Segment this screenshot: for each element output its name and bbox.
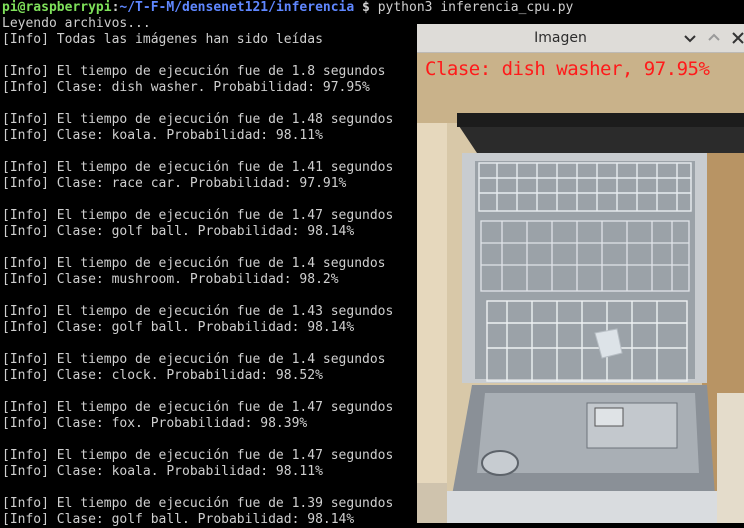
prompt-path: ~/T-F-M/densenet121/inferencia — [119, 0, 355, 15]
window-title: Imagen — [534, 30, 587, 46]
chevron-up-icon — [708, 33, 720, 41]
maximize-button[interactable] — [704, 28, 724, 48]
dishwasher-photo — [417, 53, 744, 523]
close-button[interactable] — [728, 28, 744, 48]
image-window[interactable]: Imagen Clase: dish washer, 97.95% — [417, 24, 744, 523]
window-titlebar[interactable]: Imagen — [417, 24, 744, 53]
close-icon — [732, 32, 744, 44]
chevron-down-icon — [684, 35, 696, 43]
minimize-button[interactable] — [680, 28, 700, 48]
prompt-user: pi@raspberrypi — [2, 0, 112, 15]
prompt-dollar: $ — [354, 0, 370, 15]
classification-overlay-label: Clase: dish washer, 97.95% — [425, 58, 710, 80]
command-text: python3 inferencia_cpu.py — [369, 0, 574, 15]
prompt-line: pi@raspberrypi:~/T-F-M/densenet121/infer… — [2, 0, 744, 16]
